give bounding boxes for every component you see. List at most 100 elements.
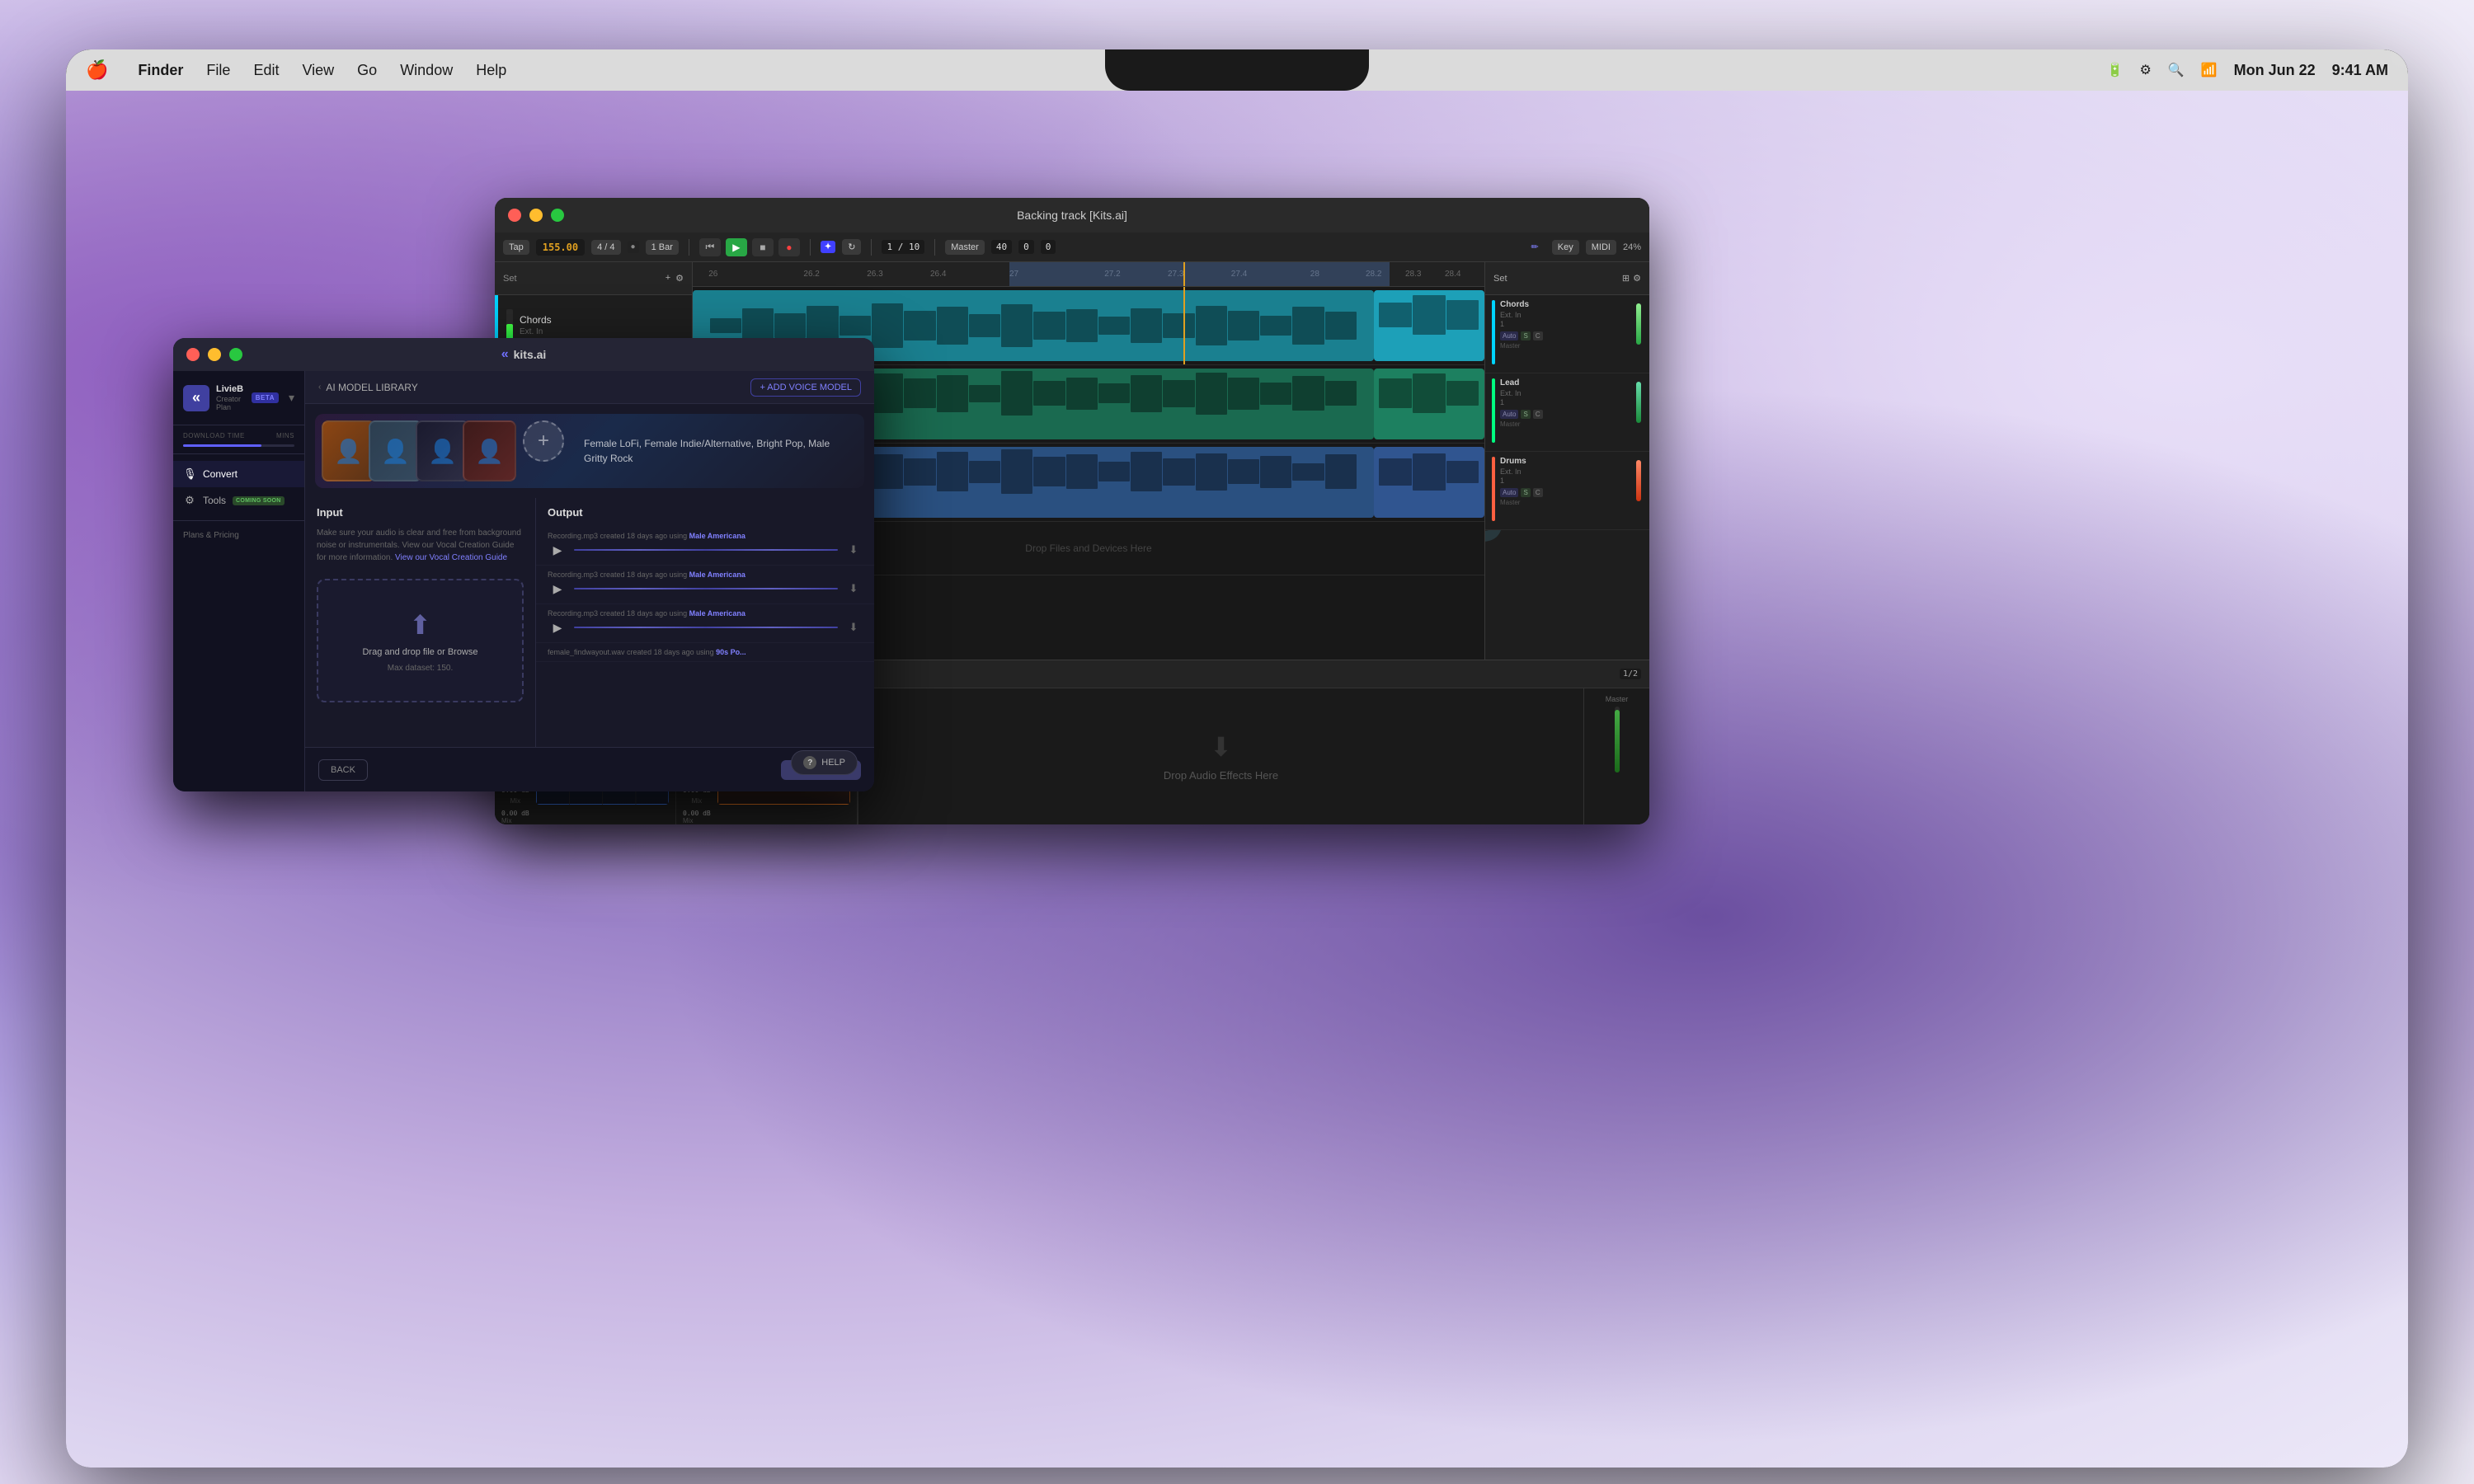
menubar-help[interactable]: Help xyxy=(476,62,506,79)
kits-username: LivieB xyxy=(216,384,245,394)
cs-btn3-lead[interactable]: C xyxy=(1533,410,1543,419)
ruler-283: 28.3 xyxy=(1405,270,1421,279)
kits-bottom-bar: BACK CONVERT xyxy=(305,747,874,791)
kits-user-header: « LivieB Creator Plan BETA ▾ xyxy=(173,371,304,425)
kits-dl-fill xyxy=(183,444,261,447)
model-avatar-2[interactable]: 👤 xyxy=(369,420,422,481)
output-player-3: ▶ ⬇ xyxy=(548,618,863,637)
apple-logo-icon[interactable]: 🍎 xyxy=(86,59,108,81)
set-label: Set xyxy=(503,274,517,284)
menubar-file[interactable]: File xyxy=(206,62,230,79)
cs-auto-drums[interactable]: Auto xyxy=(1500,488,1518,497)
input-drop-zone[interactable]: ⬆ Drag and drop file or Browse Max datas… xyxy=(317,579,524,702)
download-track-1-button[interactable]: ⬇ xyxy=(844,541,863,559)
output-track-3-label: Recording.mp3 created 18 days ago using … xyxy=(548,609,863,618)
menubar-window[interactable]: Window xyxy=(400,62,453,79)
cs-name-drums: Drums xyxy=(1500,457,1630,466)
cs-btn2-chords[interactable]: S xyxy=(1521,331,1530,340)
download-track-3-button[interactable]: ⬇ xyxy=(844,618,863,636)
play-track-3-button[interactable]: ▶ xyxy=(548,618,567,637)
model-avatar-1[interactable]: 👤 xyxy=(322,420,375,481)
lead-clip-2[interactable] xyxy=(1374,369,1484,439)
logic-window-title: Backing track [Kits.ai] xyxy=(1017,209,1127,222)
toolbar-midi[interactable]: MIDI xyxy=(1586,240,1616,255)
track-name-chords: Chords xyxy=(520,314,684,326)
kits-download-section: DOWNLOAD TIME MINS xyxy=(173,425,304,454)
cs-btn3-drums[interactable]: C xyxy=(1533,488,1543,497)
ruler-282: 28.2 xyxy=(1366,270,1381,279)
toolbar-bars[interactable]: 1 Bar xyxy=(646,240,679,255)
master-strip: Master xyxy=(1583,688,1649,824)
menubar-finder[interactable]: Finder xyxy=(138,62,183,79)
cs-auto-chords[interactable]: Auto xyxy=(1500,331,1518,340)
kits-user-expand-icon[interactable]: ▾ xyxy=(289,391,294,405)
track-sub-chords: Ext. In xyxy=(520,327,684,336)
panel-gear-icon[interactable]: ⚙ xyxy=(1633,273,1641,284)
play-button[interactable]: ▶ xyxy=(726,238,747,256)
chords-big-display: Chords xyxy=(1485,530,1649,547)
sidebar-item-plans[interactable]: Plans & Pricing xyxy=(173,521,304,550)
cs-info-drums: Drums Ext. In 1 Auto S C Master xyxy=(1500,457,1630,506)
cs-btn2-drums[interactable]: S xyxy=(1521,488,1530,497)
menubar-go[interactable]: Go xyxy=(357,62,377,79)
menubar-edit[interactable]: Edit xyxy=(253,62,279,79)
tracks-add-icon[interactable]: + xyxy=(666,273,670,284)
kits-ai-window[interactable]: « kits.ai « LivieB Creator Pl xyxy=(173,338,874,791)
kits-nav-section: 🎙 Convert ⚙ Tools COMING SOON xyxy=(173,454,304,521)
battery-icon: 🔋 xyxy=(2107,62,2124,78)
toolbar-timesig[interactable]: 4 / 4 xyxy=(591,240,620,255)
download-track-2-button[interactable]: ⬇ xyxy=(844,580,863,598)
stop-button[interactable]: ■ xyxy=(752,238,774,256)
rewind-button[interactable]: ⏮ xyxy=(699,238,721,256)
cs-num-drums: 1 xyxy=(1500,477,1630,485)
toolbar-master-label[interactable]: Master xyxy=(945,240,985,255)
kits-minimize-button[interactable] xyxy=(208,348,221,361)
model-avatar-4[interactable]: 👤 xyxy=(463,420,516,481)
drums-clip-2[interactable] xyxy=(1374,447,1484,518)
sidebar-item-tools[interactable]: ⚙ Tools COMING SOON xyxy=(173,487,304,514)
tracks-settings-icon[interactable]: ⚙ xyxy=(675,273,684,284)
cs-btn2-lead[interactable]: S xyxy=(1521,410,1530,419)
output-track-3-model: Male Americana xyxy=(689,609,745,618)
kits-close-button[interactable] xyxy=(186,348,200,361)
cs-btn3-chords[interactable]: C xyxy=(1533,331,1543,340)
record-button[interactable]: ● xyxy=(778,238,800,256)
play-track-2-button[interactable]: ▶ xyxy=(548,579,567,599)
desktop-wallpaper: Backing track [Kits.ai] Tap 155.00 4 / 4… xyxy=(66,91,2408,1468)
master-fader xyxy=(1615,710,1620,773)
chords-clip-2[interactable] xyxy=(1374,290,1484,361)
avatar-4-placeholder: 👤 xyxy=(464,422,515,480)
channel-strip-drums: Drums Ext. In 1 Auto S C Master xyxy=(1485,452,1649,530)
toolbar-cycle[interactable]: ↻ xyxy=(842,239,861,255)
help-button[interactable]: ? HELP xyxy=(791,750,858,775)
toolbar-smart-btn[interactable]: ✦ xyxy=(821,241,835,253)
output-track-1-model: Male Americana xyxy=(689,532,745,540)
sidebar-item-convert[interactable]: 🎙 Convert xyxy=(173,461,304,487)
toolbar-pencil-icon[interactable]: ✏ xyxy=(1531,242,1539,252)
drop-fx-zone[interactable]: ⬇ Drop Audio Effects Here xyxy=(858,688,1583,824)
play-track-1-button[interactable]: ▶ xyxy=(548,540,567,560)
model-avatar-3[interactable]: 👤 xyxy=(416,420,469,481)
toolbar-mode-btn[interactable]: Tap xyxy=(503,240,529,255)
ruler-263: 26.3 xyxy=(867,270,882,279)
back-button[interactable]: BACK xyxy=(318,759,368,781)
drop-subtext: Max dataset: 150. xyxy=(388,664,454,673)
toolbar-tempo[interactable]: 155.00 xyxy=(536,239,585,256)
minimize-button[interactable] xyxy=(529,209,543,222)
kits-main-header: ‹ AI MODEL LIBRARY + ADD VOICE MODEL xyxy=(305,371,874,404)
kits-fullscreen-button[interactable] xyxy=(229,348,242,361)
toolbar-key[interactable]: Key xyxy=(1552,240,1579,255)
close-button[interactable] xyxy=(508,209,521,222)
fullscreen-button[interactable] xyxy=(551,209,564,222)
panel-expand-icon[interactable]: ⊞ xyxy=(1622,273,1630,284)
waveform-line-3 xyxy=(574,627,838,628)
control-center-icon[interactable]: ⚙ xyxy=(2139,62,2151,78)
add-voice-model-button[interactable]: + ADD VOICE MODEL xyxy=(750,378,861,397)
set-label-2: Set xyxy=(1493,274,1507,284)
input-guide-link[interactable]: View our Vocal Creation Guide xyxy=(395,553,507,562)
cs-auto-lead[interactable]: Auto xyxy=(1500,410,1518,419)
menubar-view[interactable]: View xyxy=(302,62,334,79)
cs-info-lead: Lead Ext. In 1 Auto S C Master xyxy=(1500,378,1630,428)
add-model-button[interactable]: + xyxy=(523,420,564,462)
search-icon[interactable]: 🔍 xyxy=(2168,62,2185,78)
